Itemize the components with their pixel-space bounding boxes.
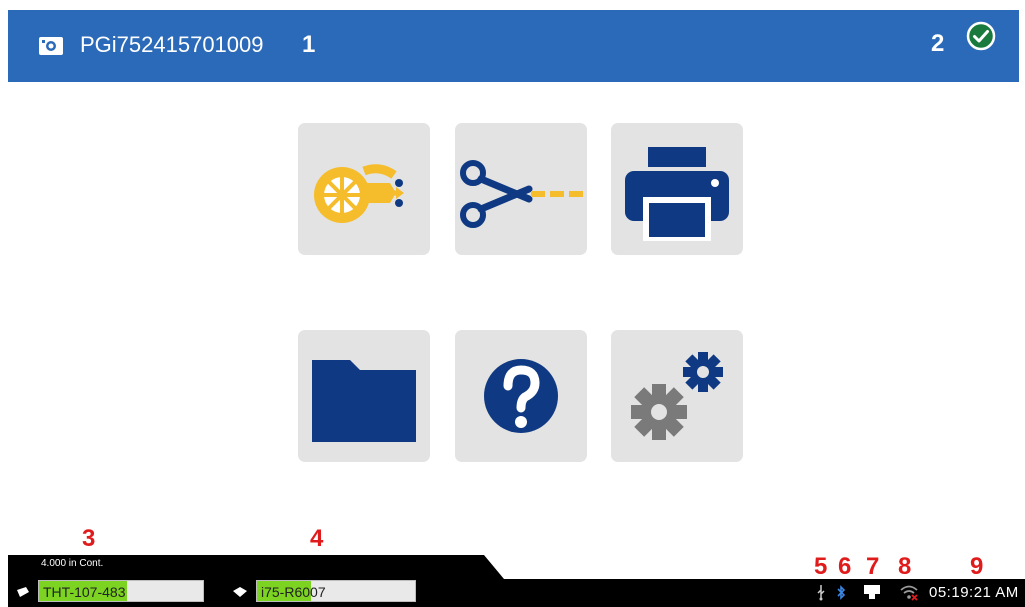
supply-length: 4.000 in Cont. (41, 558, 104, 569)
files-tile-button[interactable] (298, 330, 430, 462)
callout-3: 3 (82, 525, 96, 552)
status-bar: 4.000 in Cont. THT-107-483 i75-R6007 05:… (8, 555, 1025, 607)
callout-2: 2 (931, 30, 945, 57)
label-roll-icon (17, 587, 29, 597)
label-part-field[interactable]: THT-107-483 (38, 580, 204, 602)
ribbon-icon (233, 587, 247, 597)
callout-4: 4 (310, 525, 324, 552)
ribbon-part-field[interactable]: i75-R6007 (256, 580, 416, 602)
clock: 05:19:21 AM (929, 584, 1019, 601)
folder-icon (312, 360, 416, 442)
label-part-number: THT-107-483 (43, 584, 126, 600)
help-tile-button[interactable] (455, 330, 587, 462)
settings-icon (631, 352, 723, 440)
callout-1: 1 (302, 31, 316, 58)
print-tile-button[interactable] (611, 123, 743, 255)
ethernet-icon (864, 585, 880, 599)
supply-feed-icon (314, 164, 404, 223)
bluetooth-icon (837, 585, 846, 600)
wifi-disconnected-icon (900, 585, 918, 601)
help-icon (484, 359, 558, 433)
printer-device-icon (39, 37, 63, 55)
ribbon-part-number: i75-R6007 (261, 584, 326, 600)
cut-tile-button[interactable] (455, 123, 587, 255)
usb-icon (817, 585, 825, 601)
device-id: PGi752415701009 (80, 32, 264, 57)
supply-tile-button[interactable] (298, 123, 430, 255)
settings-tile-button[interactable] (611, 330, 743, 462)
title-bar: PGi752415701009 (8, 10, 1019, 82)
print-icon (625, 147, 729, 241)
cut-icon (460, 160, 583, 228)
check-circle-icon[interactable] (966, 21, 996, 51)
